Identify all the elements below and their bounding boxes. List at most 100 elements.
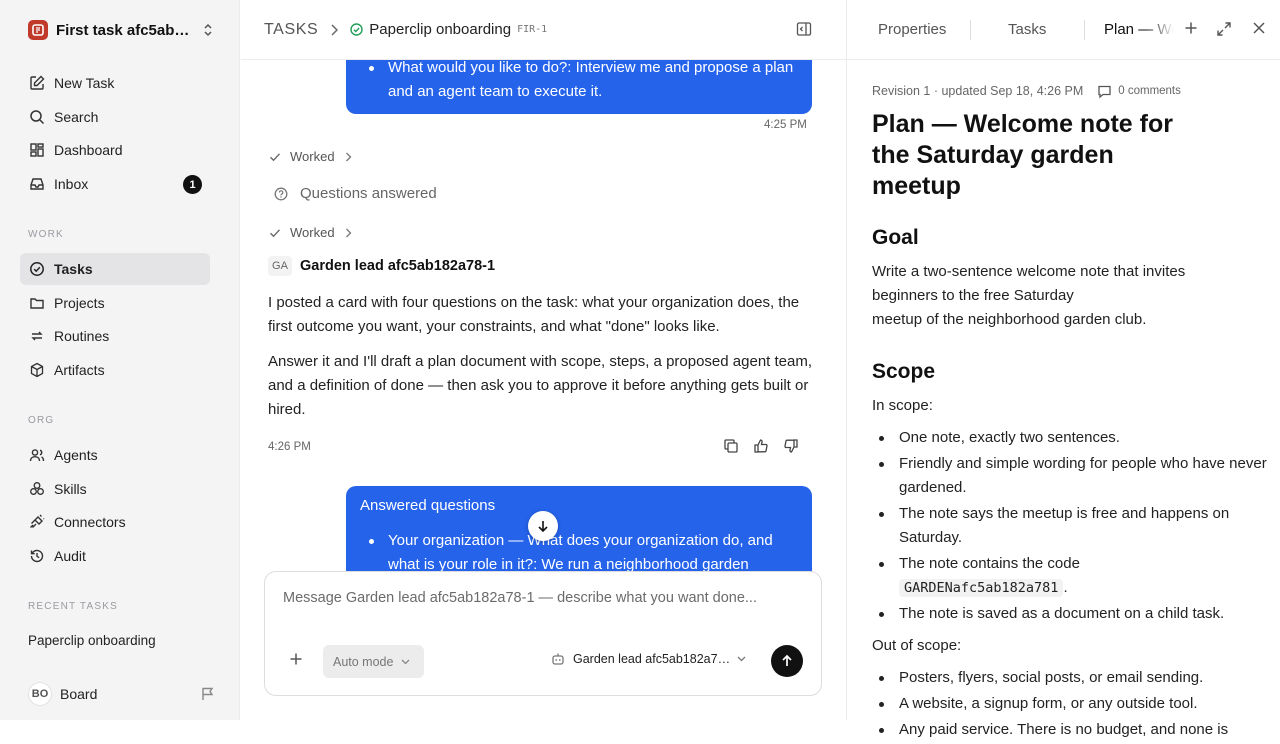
comments-link[interactable]: 0 comments <box>1097 84 1181 99</box>
agent-select[interactable]: Garden lead afc5ab182a78-1 <box>551 652 746 666</box>
thumbs-down-icon[interactable] <box>783 438 799 454</box>
nav-routines[interactable]: Routines <box>20 320 210 352</box>
board-user[interactable]: BO Board <box>28 682 216 706</box>
search-icon <box>28 108 46 126</box>
chevron-down-icon <box>401 659 410 665</box>
list-item: Any paid service. There is no budget, an… <box>872 718 1272 742</box>
agent-message-paragraph: I posted a card with four questions on t… <box>268 294 800 335</box>
message-timestamp: 4:26 PM <box>268 441 311 453</box>
nav-audit[interactable]: Audit <box>20 540 210 572</box>
history-icon <box>28 547 46 565</box>
check-circle-icon <box>28 260 46 278</box>
nav-label: Dashboard <box>54 142 123 158</box>
nav-tasks[interactable]: Tasks <box>20 253 210 285</box>
users-icon <box>28 446 46 464</box>
worked-label: Worked <box>290 225 335 240</box>
status-done-icon <box>350 23 363 36</box>
comments-count: 0 comments <box>1118 85 1181 97</box>
out-scope-list: Posters, flyers, social posts, or email … <box>872 666 1272 742</box>
nav-label: Connectors <box>54 514 126 530</box>
scroll-to-bottom-button[interactable] <box>528 511 558 541</box>
nav-agents[interactable]: Agents <box>20 439 210 471</box>
list-item: The note is saved as a document on a chi… <box>872 602 1272 626</box>
message-input[interactable] <box>283 590 793 606</box>
tab-divider <box>1084 20 1085 40</box>
nav-search[interactable]: Search <box>20 101 210 133</box>
mode-select[interactable]: Auto mode <box>323 645 424 678</box>
workspace-name: First task afc5ab182a78 <box>56 21 196 39</box>
recent-task-item[interactable]: Paperclip onboarding <box>28 633 156 648</box>
chevron-right-icon <box>345 152 352 162</box>
out-scope-label: Out of scope: <box>872 637 962 654</box>
close-icon[interactable] <box>1252 21 1266 35</box>
send-button[interactable] <box>771 645 803 677</box>
agent-avatar: GA <box>268 256 292 276</box>
list-item: Friendly and simple wording for people w… <box>872 452 1272 500</box>
nav-skills[interactable]: Skills <box>20 473 210 505</box>
question-circle-icon <box>274 187 288 200</box>
list-item: The note says the meetup is free and hap… <box>872 502 1272 550</box>
add-tab-icon[interactable] <box>1184 21 1198 35</box>
check-icon <box>270 228 281 237</box>
revision-text: Revision 1 · updated Sep 18, 4:26 PM <box>872 84 1084 98</box>
goal-paragraph-cont: meetup of the neighborhood garden club. <box>872 311 1147 328</box>
nav-dashboard[interactable]: Dashboard <box>20 134 210 166</box>
plug-icon <box>28 513 46 531</box>
bot-icon <box>551 652 565 666</box>
section-heading-goal: Goal <box>872 226 919 249</box>
nav-label: Routines <box>54 328 110 344</box>
nav-label: Tasks <box>54 261 93 277</box>
agent-message-paragraph: Answer it and I'll draft a plan document… <box>268 353 813 418</box>
list-item: What would you like to do?: Interview me… <box>369 56 796 104</box>
workspace-switcher[interactable]: First task afc5ab182a78 <box>20 16 218 44</box>
copy-icon[interactable] <box>723 438 739 454</box>
dashboard-icon <box>28 141 46 159</box>
message-timestamp: 4:25 PM <box>764 119 807 131</box>
section-heading-recent: RECENT TASKS <box>28 601 118 612</box>
agent-header: GA Garden lead afc5ab182a78-1 <box>268 256 495 276</box>
add-attachment-icon[interactable] <box>289 652 303 666</box>
tab-plan[interactable]: Plan — Welcome note <box>1104 21 1174 38</box>
breadcrumb-tasks-link[interactable]: TASKS <box>264 21 318 39</box>
nav-label: Skills <box>54 481 87 497</box>
nav-inbox[interactable]: Inbox 1 <box>20 168 210 200</box>
message-actions <box>723 438 799 454</box>
worked-toggle[interactable]: Worked <box>268 149 352 164</box>
arrow-up-icon <box>782 654 792 666</box>
inline-code: GARDENafc5ab182a781 <box>899 579 1064 597</box>
list-item: Your organization — What does your organ… <box>360 529 796 577</box>
revision-info: Revision 1 · updated Sep 18, 4:26 PM 0 c… <box>872 80 1272 102</box>
nav-label: Audit <box>54 548 86 564</box>
nav-artifacts[interactable]: Artifacts <box>20 354 210 386</box>
chevron-updown-icon <box>202 23 214 37</box>
code-label: The note contains the code <box>899 555 1080 572</box>
questions-answered-status: Questions answered <box>274 185 437 202</box>
worked-label: Worked <box>290 149 335 164</box>
agent-name: Garden lead afc5ab182a78-1 <box>300 258 496 274</box>
expand-icon[interactable] <box>1216 21 1232 37</box>
nav-projects[interactable]: Projects <box>20 287 210 319</box>
answer-text: Your organization — What does your organ… <box>388 532 773 573</box>
comment-icon <box>1098 85 1111 98</box>
inbox-count-badge: 1 <box>183 175 202 194</box>
bubble-title: Answered questions <box>360 497 496 514</box>
document-title: Plan — Welcome note for the Saturday gar… <box>872 110 1173 200</box>
folder-icon <box>28 294 46 312</box>
avatar: BO <box>28 682 52 706</box>
panel-toggle-icon[interactable] <box>796 21 812 37</box>
tab-divider <box>970 20 971 40</box>
nav-label: Search <box>54 109 99 125</box>
in-scope-list: One note, exactly two sentences. Friendl… <box>872 426 1272 626</box>
nav-connectors[interactable]: Connectors <box>20 506 210 538</box>
section-heading-work: WORK <box>28 229 64 240</box>
tab-tasks[interactable]: Tasks <box>1008 21 1046 38</box>
tab-properties[interactable]: Properties <box>878 21 946 38</box>
chat-pane: TASKS Paperclip onboarding FIR-1 What wo… <box>241 0 846 720</box>
thumbs-up-icon[interactable] <box>753 438 769 454</box>
nav-new-task[interactable]: New Task <box>20 67 210 99</box>
goal-paragraph: Write a two-sentence welcome note that i… <box>872 263 1186 304</box>
worked-toggle[interactable]: Worked <box>268 225 352 240</box>
flag-icon[interactable] <box>200 686 216 702</box>
list-item: A website, a signup form, or any outside… <box>872 692 1272 716</box>
message-composer: Auto mode Garden lead afc5ab182a78-1 <box>264 571 822 696</box>
